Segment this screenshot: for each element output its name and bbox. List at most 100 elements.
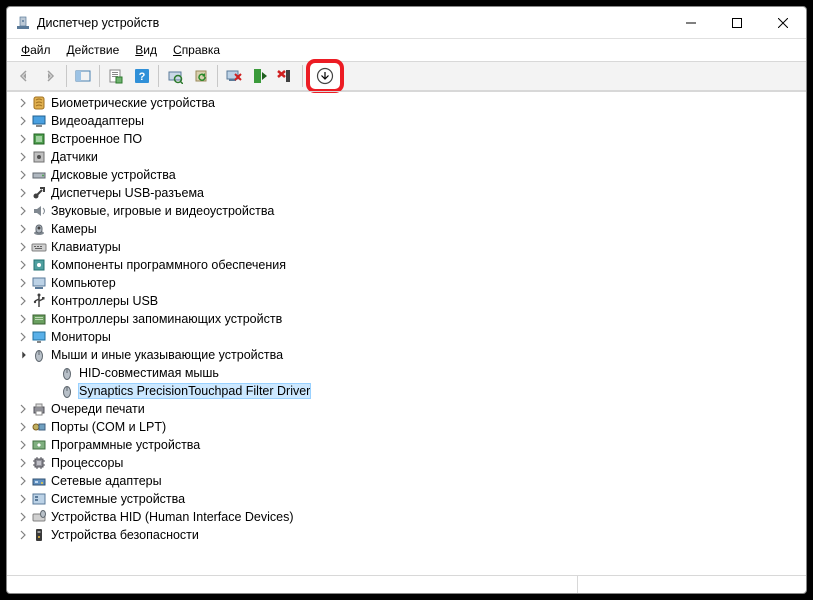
tree-node[interactable]: Системные устройства bbox=[7, 490, 806, 508]
expand-icon[interactable] bbox=[15, 509, 31, 525]
biometric-icon bbox=[31, 95, 47, 111]
expand-icon[interactable] bbox=[15, 293, 31, 309]
port-icon bbox=[31, 419, 47, 435]
enable-device-button[interactable] bbox=[248, 64, 272, 88]
update-driver-button[interactable] bbox=[189, 64, 213, 88]
security-icon bbox=[31, 527, 47, 543]
separator bbox=[66, 65, 67, 87]
tree-node[interactable]: Видеоадаптеры bbox=[7, 112, 806, 130]
tree-node[interactable]: Порты (COM и LPT) bbox=[7, 418, 806, 436]
expand-icon[interactable] bbox=[15, 329, 31, 345]
menu-help[interactable]: Справка bbox=[165, 41, 228, 59]
uninstall-button[interactable] bbox=[222, 64, 246, 88]
maximize-button[interactable] bbox=[714, 7, 760, 39]
expand-icon[interactable] bbox=[15, 185, 31, 201]
tree-node[interactable]: Устройства безопасности bbox=[7, 526, 806, 544]
expand-icon[interactable] bbox=[15, 437, 31, 453]
menu-view[interactable]: Вид bbox=[127, 41, 165, 59]
expand-icon[interactable] bbox=[15, 401, 31, 417]
separator bbox=[158, 65, 159, 87]
forward-button[interactable] bbox=[38, 64, 62, 88]
cpu-icon bbox=[31, 455, 47, 471]
window-title: Диспетчер устройств bbox=[37, 16, 668, 30]
scan-hardware-button[interactable] bbox=[163, 64, 187, 88]
expand-icon[interactable] bbox=[15, 491, 31, 507]
back-button[interactable] bbox=[12, 64, 36, 88]
tree-node[interactable]: Процессоры bbox=[7, 454, 806, 472]
tree-node[interactable]: Контроллеры USB bbox=[7, 292, 806, 310]
expand-icon[interactable] bbox=[15, 167, 31, 183]
tree-node-label: HID-совместимая мышь bbox=[79, 366, 219, 380]
expand-icon[interactable] bbox=[15, 473, 31, 489]
usb-icon bbox=[31, 185, 47, 201]
tree-child-node[interactable]: Synaptics PrecisionTouchpad Filter Drive… bbox=[7, 382, 806, 400]
tree-node-label: Встроенное ПО bbox=[51, 132, 142, 146]
tree-node[interactable]: Компоненты программного обеспечения bbox=[7, 256, 806, 274]
expand-icon[interactable] bbox=[15, 275, 31, 291]
tree-node[interactable]: Датчики bbox=[7, 148, 806, 166]
tree-node-label: Очереди печати bbox=[51, 402, 145, 416]
monitor-icon bbox=[31, 329, 47, 345]
show-hide-console-button[interactable] bbox=[71, 64, 95, 88]
tree-node[interactable]: Мониторы bbox=[7, 328, 806, 346]
collapse-icon[interactable] bbox=[15, 347, 31, 363]
expand-icon[interactable] bbox=[15, 311, 31, 327]
tree-node[interactable]: Компьютер bbox=[7, 274, 806, 292]
expand-icon[interactable] bbox=[15, 149, 31, 165]
menubar: Файл Действие Вид Справка bbox=[7, 39, 806, 61]
device-tree[interactable]: Биометрические устройства Видеоадаптеры Вс… bbox=[7, 91, 806, 575]
tree-node-label: Звуковые, игровые и видеоустройства bbox=[51, 204, 274, 218]
display-icon bbox=[31, 113, 47, 129]
expand-icon[interactable] bbox=[15, 419, 31, 435]
minimize-button[interactable] bbox=[668, 7, 714, 39]
tree-node[interactable]: Программные устройства bbox=[7, 436, 806, 454]
tree-node-label: Камеры bbox=[51, 222, 97, 236]
add-legacy-hardware-button[interactable] bbox=[313, 64, 337, 88]
tree-node[interactable]: Дисковые устройства bbox=[7, 166, 806, 184]
usbctrl-icon bbox=[31, 293, 47, 309]
tree-node-label: Устройства безопасности bbox=[51, 528, 199, 542]
toolbar: ? bbox=[7, 61, 806, 91]
close-button[interactable] bbox=[760, 7, 806, 39]
tree-node[interactable]: Встроенное ПО bbox=[7, 130, 806, 148]
highlighted-toolbar-button bbox=[306, 59, 344, 93]
separator bbox=[99, 65, 100, 87]
expand-icon[interactable] bbox=[15, 131, 31, 147]
tree-node[interactable]: Звуковые, игровые и видеоустройства bbox=[7, 202, 806, 220]
expand-icon[interactable] bbox=[15, 221, 31, 237]
separator bbox=[302, 65, 303, 87]
menu-action[interactable]: Действие bbox=[59, 41, 128, 59]
statusbar bbox=[7, 575, 806, 593]
tree-node-label: Датчики bbox=[51, 150, 98, 164]
properties-button[interactable] bbox=[104, 64, 128, 88]
tree-node-label: Биометрические устройства bbox=[51, 96, 215, 110]
sw-icon bbox=[31, 257, 47, 273]
expand-icon[interactable] bbox=[15, 455, 31, 471]
tree-node-label: Процессоры bbox=[51, 456, 123, 470]
tree-node[interactable]: Диспетчеры USB-разъема bbox=[7, 184, 806, 202]
expand-icon[interactable] bbox=[15, 95, 31, 111]
disable-device-button[interactable] bbox=[274, 64, 298, 88]
storage-icon bbox=[31, 311, 47, 327]
tree-node[interactable]: Камеры bbox=[7, 220, 806, 238]
tree-node[interactable]: Очереди печати bbox=[7, 400, 806, 418]
expand-icon[interactable] bbox=[15, 113, 31, 129]
tree-node[interactable]: Биометрические устройства bbox=[7, 94, 806, 112]
tree-node-label: Компьютер bbox=[51, 276, 116, 290]
help-button[interactable]: ? bbox=[130, 64, 154, 88]
disk-icon bbox=[31, 167, 47, 183]
menu-file[interactable]: Файл bbox=[13, 41, 59, 59]
expand-icon[interactable] bbox=[15, 239, 31, 255]
tree-child-node[interactable]: HID-совместимая мышь bbox=[7, 364, 806, 382]
tree-node[interactable]: Контроллеры запоминающих устройств bbox=[7, 310, 806, 328]
keyboard-icon bbox=[31, 239, 47, 255]
expand-icon[interactable] bbox=[15, 257, 31, 273]
tree-node[interactable]: Клавиатуры bbox=[7, 238, 806, 256]
expand-icon[interactable] bbox=[15, 203, 31, 219]
tree-node[interactable]: Сетевые адаптеры bbox=[7, 472, 806, 490]
titlebar[interactable]: Диспетчер устройств bbox=[7, 7, 806, 39]
tree-node-label: Мониторы bbox=[51, 330, 111, 344]
expand-icon[interactable] bbox=[15, 527, 31, 543]
tree-node[interactable]: Устройства HID (Human Interface Devices) bbox=[7, 508, 806, 526]
tree-node[interactable]: Мыши и иные указывающие устройства bbox=[7, 346, 806, 364]
